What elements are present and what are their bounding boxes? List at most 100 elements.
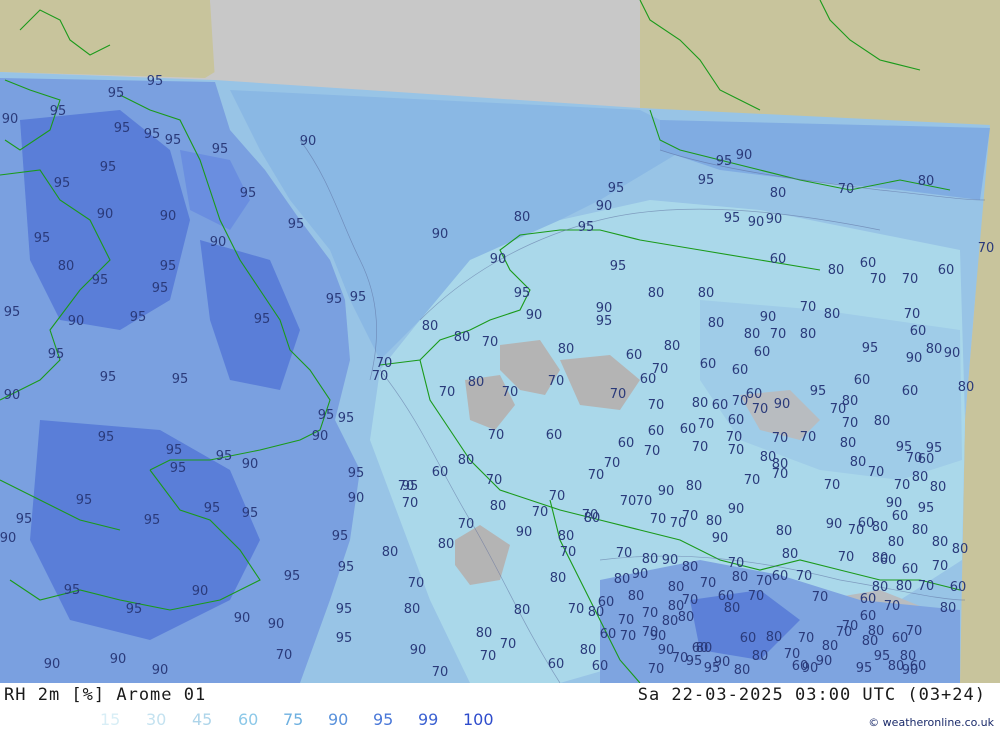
contour-label: 90 xyxy=(516,525,533,540)
contour-label: 70 xyxy=(692,440,709,455)
contour-label: 80 xyxy=(840,436,857,451)
contour-label: 90 xyxy=(432,227,449,242)
legend-item-30: 30 xyxy=(146,710,167,729)
contour-label: 80 xyxy=(580,643,597,658)
contour-label: 95 xyxy=(172,372,189,387)
contour-label: 90 xyxy=(596,199,613,214)
contour-label: 90 xyxy=(410,643,427,658)
contour-label: 80 xyxy=(828,263,845,278)
contour-label: 60 xyxy=(950,580,967,595)
contour-label: 60 xyxy=(700,357,717,372)
contour-label: 80 xyxy=(912,470,929,485)
contour-label: 95 xyxy=(152,281,169,296)
contour-label: 95 xyxy=(284,569,301,584)
contour-label: 70 xyxy=(636,494,653,509)
contour-label: 95 xyxy=(856,661,873,676)
contour-label: 80 xyxy=(766,630,783,645)
contour-label: 70 xyxy=(800,430,817,445)
legend-item-95: 95 xyxy=(373,710,394,729)
contour-label: 90 xyxy=(348,491,365,506)
legend-item-45: 45 xyxy=(192,710,213,729)
contour-label: 80 xyxy=(584,511,601,526)
contour-label: 95 xyxy=(130,310,147,325)
contour-label: 70 xyxy=(620,629,637,644)
contour-label: 95 xyxy=(896,440,913,455)
contour-label: 95 xyxy=(332,529,349,544)
contour-label: 60 xyxy=(910,324,927,339)
contour-label: 70 xyxy=(548,374,565,389)
contour-label: 80 xyxy=(682,560,699,575)
contour-label: 95 xyxy=(254,312,271,327)
map-area: 95 95 95 90 95 95 95 95 90 95 95 90 95 95 90 95 90 95 95 80… xyxy=(0,0,1000,683)
contour-label: 90 xyxy=(160,209,177,224)
contour-label: 70 xyxy=(648,398,665,413)
contour-label: 80 xyxy=(614,572,631,587)
contour-label: 90 xyxy=(748,215,765,230)
contour-label: 95 xyxy=(170,461,187,476)
contour-label: 70 xyxy=(918,579,935,594)
contour-label: 95 xyxy=(288,217,305,232)
contour-label: 60 xyxy=(432,465,449,480)
contour-label: 80 xyxy=(952,542,969,557)
contour-label: 60 xyxy=(918,452,935,467)
contour-label: 60 xyxy=(854,373,871,388)
contour-label: 70 xyxy=(770,327,787,342)
contour-label: 60 xyxy=(938,263,955,278)
contour-label: 90 xyxy=(268,617,285,632)
contour-label: 80 xyxy=(752,649,769,664)
contour-label: 90 xyxy=(44,657,61,672)
contour-label: 70 xyxy=(698,417,715,432)
contour-label: 80 xyxy=(732,570,749,585)
contour-label: 80 xyxy=(926,342,943,357)
contour-label: 95 xyxy=(126,602,143,617)
contour-label: 70 xyxy=(439,385,456,400)
contour-label: 95 xyxy=(64,583,81,598)
contour-label: 80 xyxy=(692,396,709,411)
contour-label: 80 xyxy=(800,327,817,342)
contour-label: 90 xyxy=(728,502,745,517)
contour-label: 90 xyxy=(826,517,843,532)
contour-label: 70 xyxy=(700,576,717,591)
contour-label: 95 xyxy=(318,408,335,423)
contour-label: 60 xyxy=(592,659,609,674)
contour-label: 80 xyxy=(476,626,493,641)
contour-label: 80 xyxy=(454,330,471,345)
contour-label: 70 xyxy=(488,428,505,443)
contour-label: 80 xyxy=(706,514,723,529)
contour-label: 70 xyxy=(568,602,585,617)
contour-label: 95 xyxy=(98,430,115,445)
contour-label: 70 xyxy=(618,613,635,628)
contour-label: 60 xyxy=(546,428,563,443)
contour-label: 70 xyxy=(902,272,919,287)
contour-label: 90 xyxy=(736,148,753,163)
contour-label: 80 xyxy=(708,316,725,331)
contour-label: 90 xyxy=(906,351,923,366)
contour-label: 70 xyxy=(756,574,773,589)
contour-label: 80 xyxy=(458,453,475,468)
contour-label: 70 xyxy=(398,479,415,494)
contour-label: 70 xyxy=(432,665,449,680)
contour-label: 60 xyxy=(680,422,697,437)
contour-label: 60 xyxy=(712,398,729,413)
contour-label: 70 xyxy=(824,478,841,493)
contour-label: 95 xyxy=(338,411,355,426)
contour-label: 90 xyxy=(0,531,16,546)
contour-label: 70 xyxy=(486,473,503,488)
contour-label: 95 xyxy=(810,384,827,399)
contour-label: 60 xyxy=(772,569,789,584)
contour-label: 80 xyxy=(724,601,741,616)
contour-label: 80 xyxy=(422,319,439,334)
contour-label: 70 xyxy=(502,385,519,400)
contour-label: 90 xyxy=(242,457,259,472)
contour-label: 90 xyxy=(210,235,227,250)
contour-label: 90 xyxy=(490,252,507,267)
contour-label: 70 xyxy=(610,387,627,402)
contour-label: 95 xyxy=(4,305,21,320)
credit-link[interactable]: © weatheronline.co.uk xyxy=(868,716,994,729)
contour-label: 70 xyxy=(752,402,769,417)
footer: RH 2m [%] Arome 01 Sa 22-03-2025 03:00 U… xyxy=(0,683,1000,733)
land-outside-north-west xyxy=(0,0,218,78)
contour-label: 70 xyxy=(588,468,605,483)
contour-label: 90 xyxy=(650,629,667,644)
contour-label: 95 xyxy=(686,654,703,669)
